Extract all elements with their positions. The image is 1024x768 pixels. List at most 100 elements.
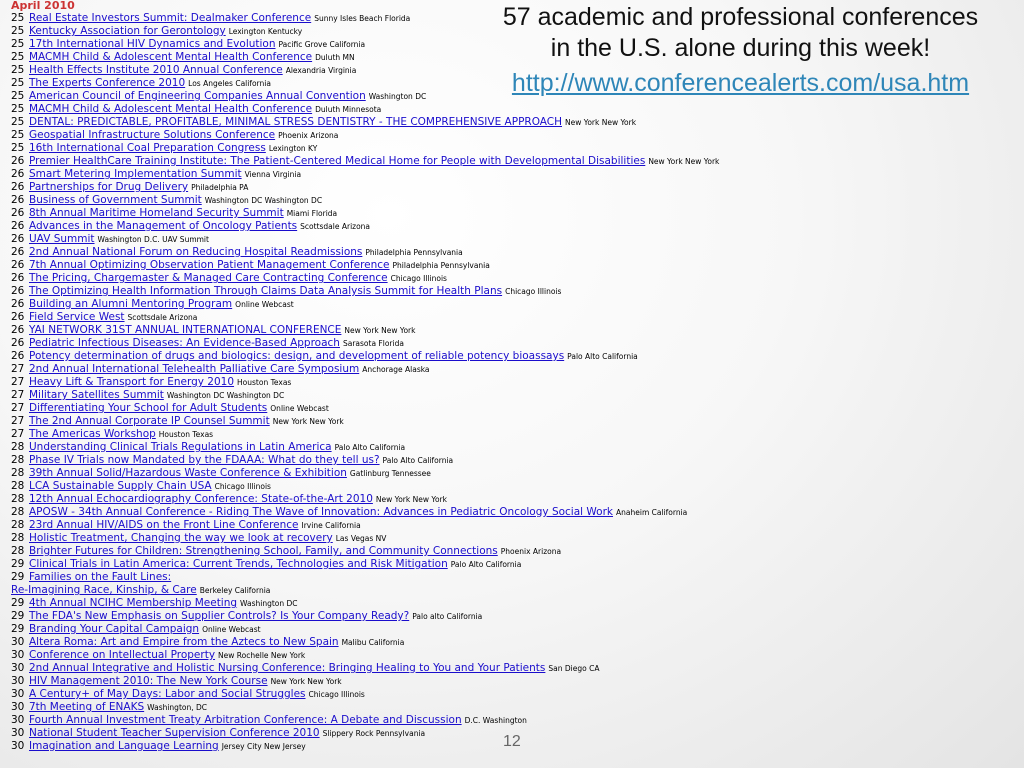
conference-title-link[interactable]: APOSW - 34th Annual Conference - Riding … (29, 506, 613, 518)
conference-title-link[interactable]: 2nd Annual National Forum on Reducing Ho… (29, 246, 362, 258)
conference-title-link[interactable]: Advances in the Management of Oncology P… (29, 220, 297, 232)
conference-day: 25 (11, 64, 25, 76)
conference-day: 27 (11, 402, 25, 414)
conference-row: 25 DENTAL: PREDICTABLE, PROFITABLE, MINIM… (11, 116, 1011, 129)
conference-location: Palo Alto California (382, 456, 454, 465)
conference-title-link[interactable]: 7th Annual Optimizing Observation Patien… (29, 259, 390, 271)
conference-day: 26 (11, 207, 25, 219)
conference-title-link[interactable]: Premier HealthCare Training Institute: T… (29, 155, 645, 167)
conference-day: 30 (11, 727, 25, 739)
conference-row: 30 HIV Management 2010: The New York Cour… (11, 675, 1011, 688)
conference-title-link[interactable]: Health Effects Institute 2010 Annual Con… (29, 64, 283, 76)
conference-title-link[interactable]: Differentiating Your School for Adult St… (29, 402, 267, 414)
conference-location: Palo Alto California (450, 560, 522, 569)
conference-location: New York New York (375, 495, 447, 504)
conference-title-link[interactable]: The FDA's New Emphasis on Supplier Contr… (29, 610, 409, 622)
conference-day: 25 (11, 51, 25, 63)
conference-title-link[interactable]: Conference on Intellectual Property (29, 649, 215, 661)
conference-location: Philadelphia Pennsylvania (392, 261, 490, 270)
conference-location: San Diego CA (548, 664, 600, 673)
conference-title-link[interactable]: Building an Alumni Mentoring Program (29, 298, 232, 310)
conference-day: 28 (11, 506, 25, 518)
conference-title-link[interactable]: 4th Annual NCIHC Membership Meeting (29, 597, 237, 609)
conference-title-link[interactable]: Holistic Treatment, Changing the way we … (29, 532, 333, 544)
conference-list: 25 Real Estate Investors Summit: Dealmake… (11, 12, 1011, 753)
conference-day: 28 (11, 441, 25, 453)
conference-title-link[interactable]: Understanding Clinical Trials Regulation… (29, 441, 332, 453)
conference-title-link[interactable]: Imagination and Language Learning (29, 740, 219, 752)
conference-title-link[interactable]: 23rd Annual HIV/AIDS on the Front Line C… (29, 519, 299, 531)
conference-title-link[interactable]: Military Satellites Summit (29, 389, 164, 401)
conference-day: 25 (11, 12, 25, 24)
conference-title-link[interactable]: Brighter Futures for Children: Strengthe… (29, 545, 498, 557)
conference-title-link[interactable]: Phase IV Trials now Mandated by the FDAA… (29, 454, 380, 466)
conference-day: 26 (11, 181, 25, 193)
conference-location: Phoenix Arizona (278, 131, 339, 140)
conference-title-link[interactable]: The 2nd Annual Corporate IP Counsel Summ… (29, 415, 270, 427)
conference-location: Lexington KY (268, 144, 318, 153)
conference-row: 27 2nd Annual International Telehealth Pa… (11, 363, 1011, 376)
conference-day: 26 (11, 324, 25, 336)
conference-title-link[interactable]: Field Service West (29, 311, 125, 323)
conference-day: 26 (11, 168, 25, 180)
conference-title-link[interactable]: American Council of Engineering Companie… (29, 90, 366, 102)
conference-day: 28 (11, 545, 25, 557)
conference-title-link[interactable]: 7th Meeting of ENAKS (29, 701, 144, 713)
conference-title-link[interactable]: MACMH Child & Adolescent Mental Health C… (29, 103, 312, 115)
conference-location: Washington DC Washington DC (204, 196, 323, 205)
conference-row: 27 The 2nd Annual Corporate IP Counsel Su… (11, 415, 1011, 428)
conference-title-link[interactable]: 2nd Annual International Telehealth Pall… (29, 363, 359, 375)
conference-day: 26 (11, 155, 25, 167)
conference-location: Washington DC (368, 92, 427, 101)
conference-location: Miami Florida (286, 209, 338, 218)
conference-title-link[interactable]: 17th International HIV Dynamics and Evol… (29, 38, 276, 50)
conference-title-link[interactable]: Branding Your Capital Campaign (29, 623, 199, 635)
conference-title-link[interactable]: 39th Annual Solid/Hazardous Waste Confer… (29, 467, 347, 479)
conference-row: 26 UAV Summit Washington D.C. UAV Summit (11, 233, 1011, 246)
conference-title-link[interactable]: The Americas Workshop (29, 428, 156, 440)
conference-title-link[interactable]: LCA Sustainable Supply Chain USA (29, 480, 212, 492)
conference-row: 26 Advances in the Management of Oncology… (11, 220, 1011, 233)
conference-location: Chicago Illinois (390, 274, 447, 283)
conference-row: 28 12th Annual Echocardiography Conferenc… (11, 493, 1011, 506)
conference-title-link[interactable]: Potency determination of drugs and biolo… (29, 350, 564, 362)
conference-title-link[interactable]: Geospatial Infrastructure Solutions Conf… (29, 129, 275, 141)
conference-location: Malibu California (341, 638, 405, 647)
conference-title-link[interactable]: 2nd Annual Integrative and Holistic Nurs… (29, 662, 545, 674)
conference-row: 30 Conference on Intellectual Property New… (11, 649, 1011, 662)
conference-title-link[interactable]: MACMH Child & Adolescent Mental Health C… (29, 51, 312, 63)
conference-title-link[interactable]: 16th International Coal Preparation Cong… (29, 142, 266, 154)
conference-title-link[interactable]: HIV Management 2010: The New York Course (29, 675, 268, 687)
conference-row: 25 16th International Coal Preparation Co… (11, 142, 1011, 155)
conference-title-link[interactable]: YAI NETWORK 31ST ANNUAL INTERNATIONAL CO… (29, 324, 341, 336)
conference-row: 29 Branding Your Capital Campaign Online W… (11, 623, 1011, 636)
conference-title-link[interactable]: National Student Teacher Supervision Con… (29, 727, 320, 739)
conference-title-link[interactable]: The Pricing, Chargemaster & Managed Care… (29, 272, 388, 284)
conference-title-link[interactable]: Real Estate Investors Summit: Dealmaker … (29, 12, 311, 24)
conference-day: 29 (11, 597, 25, 609)
conference-title-link[interactable]: Fourth Annual Investment Treaty Arbitrat… (29, 714, 462, 726)
conference-title-link[interactable]: The Optimizing Health Information Throug… (29, 285, 502, 297)
conference-row: 26 8th Annual Maritime Homeland Security … (11, 207, 1011, 220)
conference-title-link[interactable]: Business of Government Summit (29, 194, 202, 206)
conference-title-link[interactable]: Families on the Fault Lines: (29, 571, 171, 583)
conference-title-link[interactable]: Re-Imagining Race, Kinship, & Care (11, 584, 197, 596)
conference-location: Chicago Illinois (214, 482, 271, 491)
conference-title-link[interactable]: Partnerships for Drug Delivery (29, 181, 188, 193)
conference-title-link[interactable]: Pediatric Infectious Diseases: An Eviden… (29, 337, 340, 349)
conference-title-link[interactable]: Altera Roma: Art and Empire from the Azt… (29, 636, 339, 648)
conference-title-link[interactable]: Smart Metering Implementation Summit (29, 168, 242, 180)
conference-row: 26 Pediatric Infectious Diseases: An Evid… (11, 337, 1011, 350)
conference-row: 26 Premier HealthCare Training Institute:… (11, 155, 1011, 168)
conference-title-link[interactable]: Heavy Lift & Transport for Energy 2010 (29, 376, 234, 388)
conference-title-link[interactable]: 8th Annual Maritime Homeland Security Su… (29, 207, 284, 219)
conference-title-link[interactable]: The Experts Conference 2010 (29, 77, 185, 89)
conference-alerts-link[interactable]: http://www.conferencealerts.com/usa.htm (463, 68, 1018, 99)
conference-title-link[interactable]: Kentucky Association for Gerontology (29, 25, 226, 37)
conference-title-link[interactable]: 12th Annual Echocardiography Conference:… (29, 493, 373, 505)
conference-title-link[interactable]: A Century+ of May Days: Labor and Social… (29, 688, 306, 700)
conference-title-link[interactable]: DENTAL: PREDICTABLE, PROFITABLE, MINIMAL… (29, 116, 562, 128)
conference-title-link[interactable]: Clinical Trials in Latin America: Curren… (29, 558, 448, 570)
conference-title-link[interactable]: UAV Summit (29, 233, 95, 245)
conference-location: New York New York (270, 677, 342, 686)
